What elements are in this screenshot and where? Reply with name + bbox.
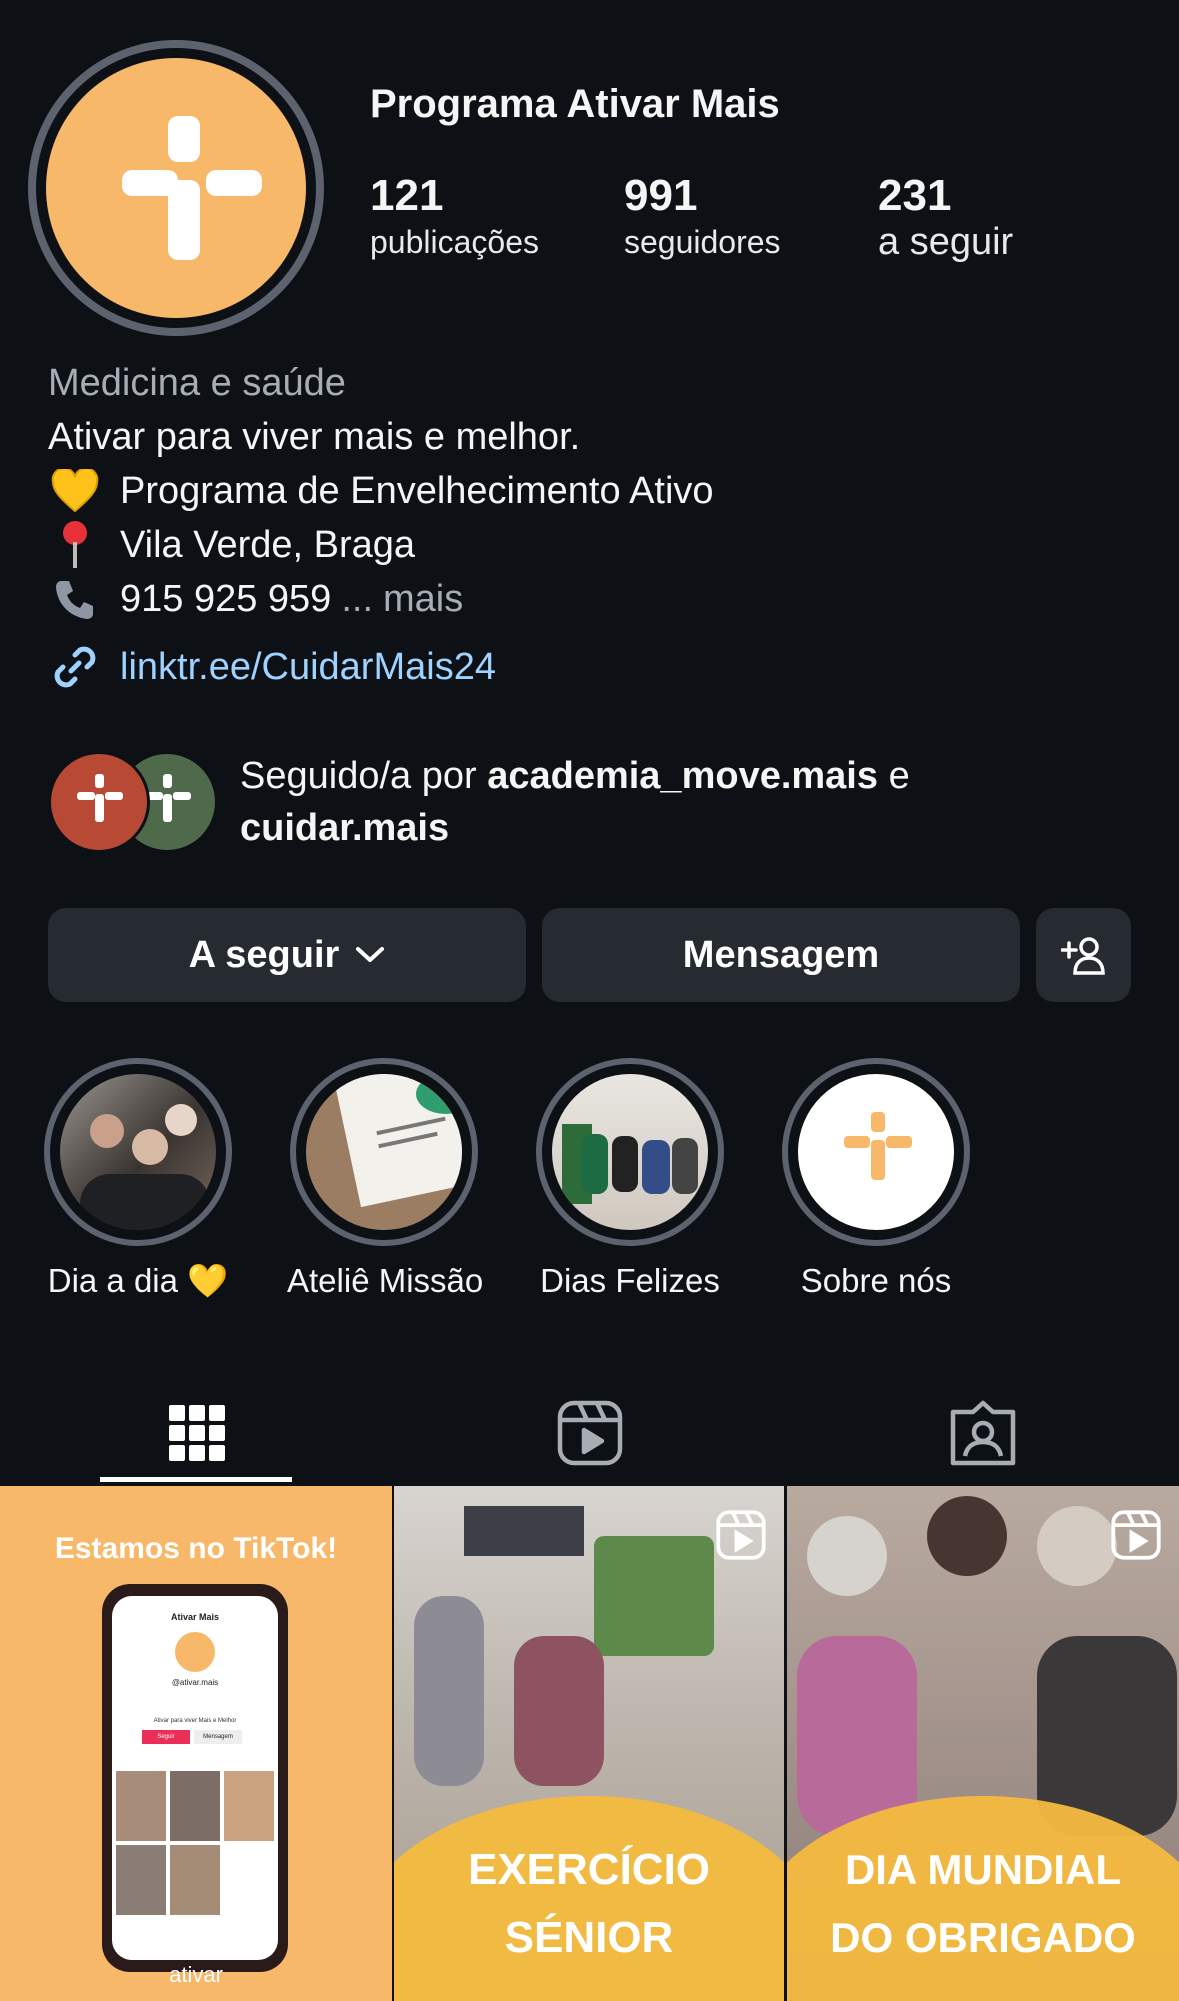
add-person-icon — [1060, 937, 1105, 975]
highlight-label: Dia a dia 💛 — [47, 1262, 229, 1299]
bio-tagline: Ativar para viver mais e melhor. — [48, 416, 581, 458]
phone-handle: @ativar.mais — [171, 1678, 219, 1687]
link-icon — [48, 641, 102, 693]
highlight-cover — [306, 1074, 462, 1230]
logo-plus-icon — [46, 58, 306, 318]
tab-reels[interactable] — [393, 1380, 786, 1486]
phone-mockup: Ativar Mais @ativar.mais Ativar para viv… — [102, 1584, 288, 1972]
stat-posts[interactable]: 121 publicações — [370, 170, 539, 262]
message-button-label: Mensagem — [682, 933, 880, 976]
follower-avatar-1 — [48, 751, 150, 853]
phone-header: Ativar Mais — [170, 1612, 220, 1622]
suggest-people-button[interactable] — [1036, 908, 1131, 1002]
chevron-down-icon — [356, 947, 385, 962]
bio-category: Medicina e saúde — [48, 362, 346, 404]
bio-program: Programa de Envelhecimento Ativo — [120, 470, 714, 512]
bio-ellipsis: ... — [341, 578, 374, 620]
post-exercicio-senior[interactable]: EXERCÍCIO SÉNIOR — [394, 1486, 784, 2001]
post-line-1: DIA MUNDIAL — [844, 1846, 1122, 1893]
highlight-dias-felizes[interactable]: Dias Felizes — [533, 1058, 727, 1300]
followed-by-text: Seguido/a por academia_move.mais e cuida… — [240, 750, 910, 854]
highlight-atelie-missao[interactable]: Ateliê Missão — [287, 1058, 484, 1300]
bio-link[interactable]: linktr.ee/CuidarMais24 — [120, 640, 496, 694]
followed-user-1[interactable]: academia_move.mais — [487, 755, 878, 797]
post-title: Estamos no TikTok! — [54, 1532, 338, 1565]
bio-more-link[interactable]: mais — [383, 572, 463, 626]
post-line-1: EXERCÍCIO — [467, 1845, 711, 1894]
highlight-cover — [60, 1074, 216, 1230]
tab-posts[interactable] — [0, 1380, 393, 1486]
stat-posts-label: publicações — [370, 224, 539, 260]
stat-followers[interactable]: 991 seguidores — [624, 170, 781, 262]
following-button-label: A seguir — [188, 933, 340, 976]
highlight-dia-a-dia[interactable]: Dia a dia 💛 — [41, 1058, 235, 1301]
stat-following-label: a seguir — [878, 221, 1014, 263]
highlight-label: Dias Felizes — [540, 1262, 720, 1299]
reels-icon — [716, 1510, 766, 1560]
highlight-label: Ateliê Missão — [287, 1262, 484, 1299]
stat-posts-count: 121 — [370, 171, 444, 220]
tab-tagged[interactable] — [786, 1380, 1179, 1486]
stat-following-count: 231 — [878, 171, 952, 220]
following-button[interactable]: A seguir — [48, 908, 526, 1002]
post-footer: ativar — [169, 1962, 223, 1987]
post-tiktok[interactable]: Estamos no TikTok! Ativar Mais @ativar.m… — [0, 1486, 392, 2001]
reels-icon — [1111, 1510, 1161, 1560]
post-dia-mundial-obrigado[interactable]: DIA MUNDIAL DO OBRIGADO — [787, 1486, 1179, 2001]
profile-avatar[interactable] — [28, 40, 324, 336]
stat-followers-count: 991 — [624, 171, 698, 220]
phone-bio: Ativar para viver Mais e Melhor — [153, 1718, 237, 1724]
heart-icon — [48, 469, 102, 513]
followed-user-2[interactable]: cuidar.mais — [240, 807, 449, 849]
highlight-sobre-nos[interactable]: Sobre nós — [779, 1058, 973, 1300]
bio-location: Vila Verde, Braga — [120, 524, 416, 566]
bio-phone[interactable]: 915 925 959 — [120, 572, 331, 626]
tagged-icon — [950, 1400, 1015, 1466]
logo-plus-icon — [798, 1074, 954, 1230]
message-button[interactable]: Mensagem — [542, 908, 1020, 1002]
followed-conj: e — [888, 755, 910, 797]
highlight-cover — [552, 1074, 708, 1230]
phone-follow: Seguir — [142, 1730, 190, 1744]
bio-link-row[interactable]: linktr.ee/CuidarMais24 — [48, 640, 714, 694]
phone-message: Mensagem — [194, 1730, 242, 1744]
bio: Medicina e saúde Ativar para viver mais … — [48, 356, 714, 694]
stat-following[interactable]: 231 a seguir — [878, 170, 1013, 262]
phone-icon — [48, 577, 102, 621]
highlight-label: Sobre nós — [800, 1262, 952, 1299]
stat-followers-label: seguidores — [624, 224, 781, 260]
grid-icon — [168, 1405, 225, 1461]
followed-prefix: Seguido/a por — [240, 755, 477, 797]
followed-by[interactable]: Seguido/a por academia_move.mais e cuida… — [48, 750, 910, 854]
post-line-2: DO OBRIGADO — [830, 1914, 1136, 1961]
reels-icon — [557, 1400, 622, 1466]
profile-tabs — [0, 1380, 1179, 1486]
post-line-2: SÉNIOR — [504, 1913, 674, 1962]
profile-name: Programa Ativar Mais — [370, 82, 780, 126]
active-tab-indicator — [100, 1477, 292, 1482]
pin-icon — [48, 520, 102, 570]
